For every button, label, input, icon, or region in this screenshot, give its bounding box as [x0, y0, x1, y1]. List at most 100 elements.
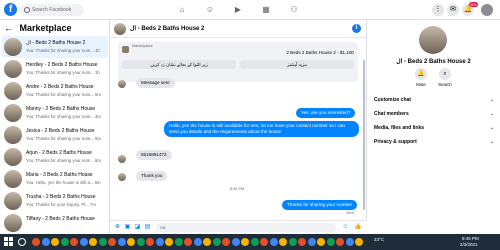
taskbar-app-icon[interactable] — [269, 238, 278, 246]
taskbar-app-icon[interactable] — [184, 238, 192, 246]
chat-header: ال - Beds 2 Baths House 2 i — [110, 20, 367, 38]
facebook-logo-icon[interactable]: f — [4, 3, 17, 16]
search-label: Search — [438, 82, 452, 87]
taskbar-search-icon[interactable] — [18, 238, 26, 246]
row-label: Customize chat — [374, 97, 411, 103]
taskbar-app-icon[interactable] — [250, 238, 259, 246]
taskbar-app-icon[interactable] — [174, 238, 183, 246]
taskbar-app-icon[interactable] — [326, 238, 335, 246]
taskbar-app-icon[interactable] — [203, 238, 211, 246]
taskbar-app-icon[interactable] — [355, 238, 363, 246]
account-avatar[interactable] — [481, 4, 493, 16]
clock-time[interactable]: 8:45 PM — [462, 236, 479, 241]
taskbar-app-icon[interactable] — [212, 238, 221, 246]
taskbar-app-icon[interactable] — [231, 238, 240, 246]
taskbar-app-icon[interactable] — [165, 238, 173, 246]
conversation-name: Arjun - 2 Beds 2 Baths House — [26, 150, 92, 156]
conversation-item[interactable]: ال - Beds 2 Baths House 2 You: Thanks for… — [2, 36, 108, 58]
message-input[interactable]: Aa — [156, 223, 336, 232]
emoji-icon[interactable]: ☺ — [342, 224, 349, 231]
sticker-icon[interactable]: ◪ — [134, 224, 141, 231]
taskbar-app-icon[interactable] — [193, 238, 202, 246]
chat-scrollbar[interactable] — [363, 60, 365, 210]
chevron-down-icon: ⌄ — [489, 111, 494, 117]
taskbar-app-icon[interactable] — [345, 238, 354, 246]
notifications-icon[interactable]: 🔔 20+ — [462, 2, 478, 16]
conversation-item[interactable]: Arjun - 2 Beds 2 Baths House You: Thanks … — [2, 146, 108, 168]
taskbar-app-icon[interactable] — [317, 238, 325, 246]
plus-icon[interactable]: ⊕ — [114, 224, 121, 231]
taskbar-app-icon[interactable] — [307, 238, 316, 246]
search-icon[interactable]: ⌕ — [439, 68, 451, 80]
conversation-preview: You: Thanks for sharing your num... 5m — [26, 136, 101, 141]
taskbar-app-icon[interactable] — [51, 238, 59, 246]
taskbar-app-icon[interactable] — [60, 238, 69, 246]
back-arrow-icon[interactable]: ← — [4, 23, 13, 33]
mute-label: Mute — [416, 82, 426, 87]
conversation-item[interactable]: Trusha - 2 Beds 2 Baths House You: Thanks… — [2, 190, 108, 212]
image-icon[interactable]: ▣ — [124, 224, 131, 231]
chat-members-row[interactable]: Chat members ⌄ — [374, 111, 494, 117]
taskbar: 23°C 8:45 PM 2/3/2021 — [0, 234, 500, 250]
menu-icon[interactable]: ⋮ — [432, 4, 444, 16]
gif-icon[interactable]: ▤ — [144, 224, 151, 231]
conversation-avatar — [4, 38, 22, 56]
chat-title[interactable]: ال - Beds 2 Baths House 2 — [130, 25, 204, 32]
clock-date[interactable]: 2/3/2021 — [460, 242, 478, 247]
marketplace-icon[interactable]: ▦ — [261, 5, 271, 15]
taskbar-app-icon[interactable] — [41, 238, 50, 246]
conversation-item[interactable]: Tiffany - 2 Beds 2 Baths House — [2, 212, 108, 234]
mute-icon[interactable]: 🔔 — [415, 68, 427, 80]
taskbar-app-icon[interactable] — [70, 238, 78, 246]
taskbar-app-icon[interactable] — [98, 238, 107, 246]
taskbar-app-icon[interactable] — [127, 238, 135, 246]
taskbar-app-icon[interactable] — [241, 238, 249, 246]
sender-avatar — [118, 173, 126, 181]
weather-temperature[interactable]: 23°C — [374, 237, 384, 242]
like-icon[interactable]: 👍 — [354, 224, 361, 231]
message-bubble-in: Message sent — [136, 78, 175, 88]
listing-thumbnail[interactable] — [122, 46, 129, 53]
conversation-avatar — [4, 104, 22, 122]
mark-pending-button[interactable]: زیر الثوا کے بجائے نشان زد کریں — [122, 60, 236, 69]
taskbar-app-icon[interactable] — [336, 238, 344, 246]
conversation-name: Tiffany - 2 Beds 2 Baths House — [26, 216, 95, 222]
groups-icon[interactable]: ⚇ — [289, 5, 299, 15]
more-options-button[interactable]: مزید آپشنز — [240, 60, 354, 69]
search-icon — [24, 7, 30, 13]
taskbar-app-icon[interactable] — [260, 238, 268, 246]
listing-price[interactable]: 2 Beds 2 Baths House 2 - $1,100 — [286, 50, 354, 55]
taskbar-app-icon[interactable] — [79, 238, 88, 246]
sender-avatar — [118, 80, 126, 88]
conversation-item[interactable]: Maria - 3 Beds 2 Baths House You: Hello, … — [2, 168, 108, 190]
chat-avatar[interactable] — [114, 23, 126, 35]
conversation-item[interactable]: Manny - 2 Beds 2 Baths House You: Thanks … — [2, 102, 108, 124]
taskbar-app-icon[interactable] — [222, 238, 230, 246]
search-placeholder: Search Facebook — [32, 7, 72, 13]
watch-icon[interactable]: ▶ — [233, 5, 243, 15]
taskbar-app-icon[interactable] — [117, 238, 126, 246]
conversation-preview: You: Thanks for your inquiry. Pl... 7m — [26, 202, 96, 207]
friends-icon[interactable]: ☺ — [205, 5, 215, 15]
conversation-item[interactable]: Herdley - 2 Beds 2 Baths House You: Thank… — [2, 58, 108, 80]
windows-start-icon[interactable] — [4, 237, 14, 247]
taskbar-app-icon[interactable] — [89, 238, 97, 246]
taskbar-app-icon[interactable] — [155, 238, 164, 246]
taskbar-app-icon[interactable] — [136, 238, 145, 246]
taskbar-app-icon[interactable] — [108, 238, 116, 246]
conversation-item[interactable]: Jesica - 2 Beds 2 Baths House You: Thanks… — [2, 124, 108, 146]
taskbar-app-icon[interactable] — [288, 238, 297, 246]
customize-chat-row[interactable]: Customize chat ⌄ — [374, 97, 494, 103]
info-icon[interactable]: i — [352, 24, 361, 33]
privacy-support-row[interactable]: Privacy & support ⌄ — [374, 139, 494, 145]
taskbar-app-icon[interactable] — [32, 238, 40, 246]
taskbar-app-icon[interactable] — [298, 238, 306, 246]
home-icon[interactable]: ⌂ — [177, 5, 187, 15]
taskbar-app-icon[interactable] — [279, 238, 287, 246]
contact-avatar[interactable] — [419, 26, 447, 54]
media-files-row[interactable]: Media, files and links ⌄ — [374, 125, 494, 131]
messenger-icon[interactable]: ✉ — [447, 4, 459, 16]
taskbar-app-icon[interactable] — [146, 238, 154, 246]
search-input[interactable]: Search Facebook — [20, 4, 84, 16]
conversation-item[interactable]: Andre - 2 Beds 2 Baths House You: Thanks … — [2, 80, 108, 102]
